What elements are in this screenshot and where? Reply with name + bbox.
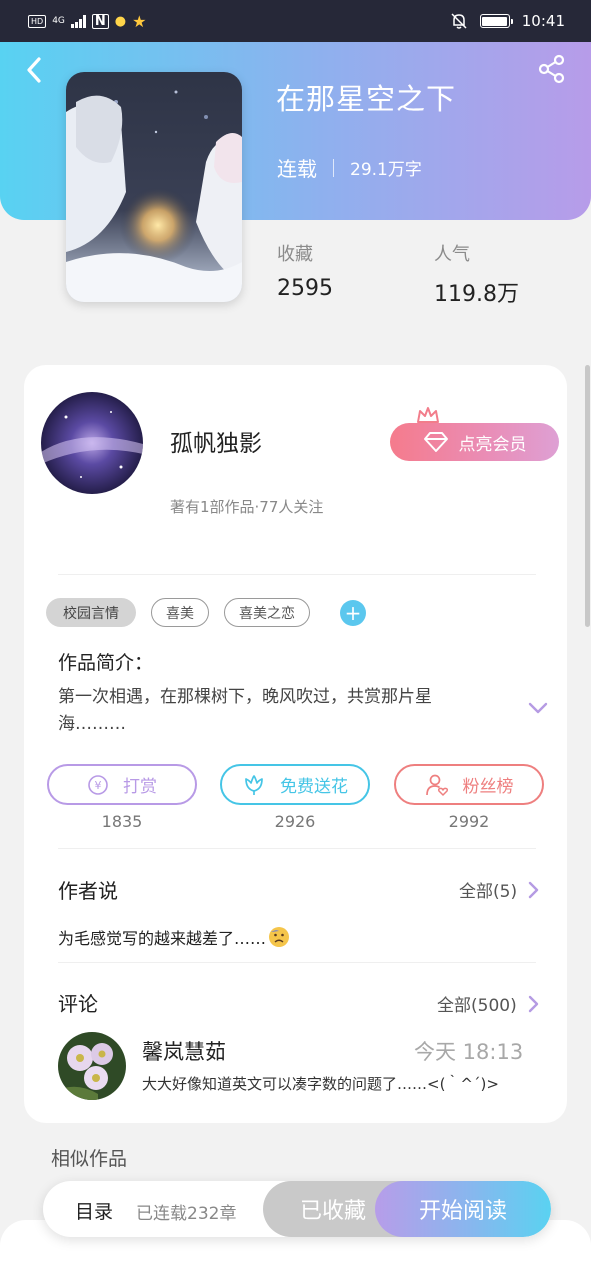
comment-time: 今天 18:13: [414, 1040, 524, 1064]
chevron-right-icon: [528, 995, 538, 1012]
sad-face-icon: [269, 927, 290, 947]
serial-status: 连载: [277, 157, 317, 181]
add-tag-button[interactable]: +: [340, 600, 366, 626]
author-avatar[interactable]: [41, 392, 143, 494]
clock: 10:41: [521, 12, 565, 30]
author-name[interactable]: 孤帆独影: [170, 424, 262, 458]
intro-heading: 作品简介：: [58, 652, 154, 674]
word-count: 29.1万字: [350, 160, 422, 180]
author-says-more-label: 全部(5): [459, 882, 518, 902]
book-title: 在那星空之下: [276, 82, 457, 116]
start-reading-button[interactable]: 开始阅读: [375, 1181, 551, 1237]
coin-icon: ¥: [88, 774, 108, 795]
author-says-heading: 作者说: [58, 879, 118, 903]
tip-count: 1835: [101, 812, 143, 831]
flower-count: 2926: [274, 812, 316, 831]
send-flower-button[interactable]: 免费送花: [220, 764, 370, 805]
svg-text:¥: ¥: [95, 779, 102, 792]
intro-text: 第一次相遇，在那棵树下，晚风吹过，共赏那片星海………: [58, 687, 432, 734]
author-says-body: 为毛感觉写的越来越差了……: [58, 929, 267, 948]
chapter-count[interactable]: 已连载232章: [136, 1199, 236, 1224]
author-says-more[interactable]: 全部(5): [459, 877, 539, 902]
comments-more-label: 全部(500): [437, 996, 517, 1016]
tag-item[interactable]: 喜美之恋: [224, 598, 310, 627]
bottom-action-bar: 目录 已连载232章 已收藏 开始阅读: [43, 1181, 551, 1237]
meta-divider: [333, 158, 334, 177]
section-divider: [58, 962, 536, 963]
commenter-name[interactable]: 馨岚慧茹: [142, 1036, 226, 1066]
vip-button[interactable]: 点亮会员: [390, 423, 559, 461]
section-divider: [58, 848, 536, 849]
send-flower-label: 免费送花: [280, 777, 348, 797]
fan-rank-button[interactable]: 粉丝榜: [394, 764, 544, 805]
book-cover[interactable]: [66, 72, 242, 302]
popularity-value: 119.8万: [434, 282, 519, 307]
nfc-icon: N: [91, 13, 109, 29]
network-type: 4G: [52, 16, 65, 26]
battery-icon: [479, 14, 513, 28]
vip-button-label: 点亮会员: [458, 434, 527, 455]
fan-heart-icon: [425, 774, 448, 796]
share-icon[interactable]: [536, 53, 568, 85]
status-bar: HD 4G N ● ★ 10:41: [0, 0, 591, 42]
tip-button[interactable]: ¥ 打赏: [47, 764, 197, 805]
section-divider: [58, 574, 536, 575]
hd-indicator: HD: [28, 14, 47, 28]
tag-item[interactable]: 喜美: [151, 598, 209, 627]
mute-bell-icon: [451, 13, 467, 29]
fan-count: 2992: [448, 812, 490, 831]
star-icon: ★: [132, 11, 147, 31]
chevron-right-icon: [528, 881, 539, 898]
commenter-avatar[interactable]: [58, 1032, 126, 1100]
tip-label: 打赏: [123, 777, 157, 797]
flower-icon: [245, 774, 263, 795]
comments-more[interactable]: 全部(500): [437, 991, 539, 1016]
diamond-icon: [423, 432, 448, 452]
popularity-label: 人气: [434, 244, 470, 265]
author-subtitle: 著有1部作品·77人关注: [170, 498, 324, 516]
similar-heading: 相似作品: [51, 1148, 128, 1170]
back-icon[interactable]: [20, 55, 50, 85]
favorites-label: 收藏: [277, 244, 313, 265]
comments-heading: 评论: [58, 992, 98, 1016]
signal-icon: [70, 14, 86, 28]
tag-item[interactable]: 校园言情: [46, 598, 136, 627]
toc-button[interactable]: 目录: [75, 1197, 113, 1224]
scrollbar[interactable]: [585, 365, 590, 627]
book-meta: 连载 29.1万字: [277, 153, 422, 182]
fan-rank-label: 粉丝榜: [462, 777, 514, 797]
comment-text: 大大好像知道英文可以凑字数的问题了……<(｀^´)>: [142, 1075, 499, 1093]
chevron-down-icon[interactable]: [527, 700, 549, 716]
favorites-value: 2595: [277, 276, 333, 301]
bulb-icon: ●: [114, 13, 127, 29]
author-says-text: 为毛感觉写的越来越差了……: [58, 925, 290, 949]
